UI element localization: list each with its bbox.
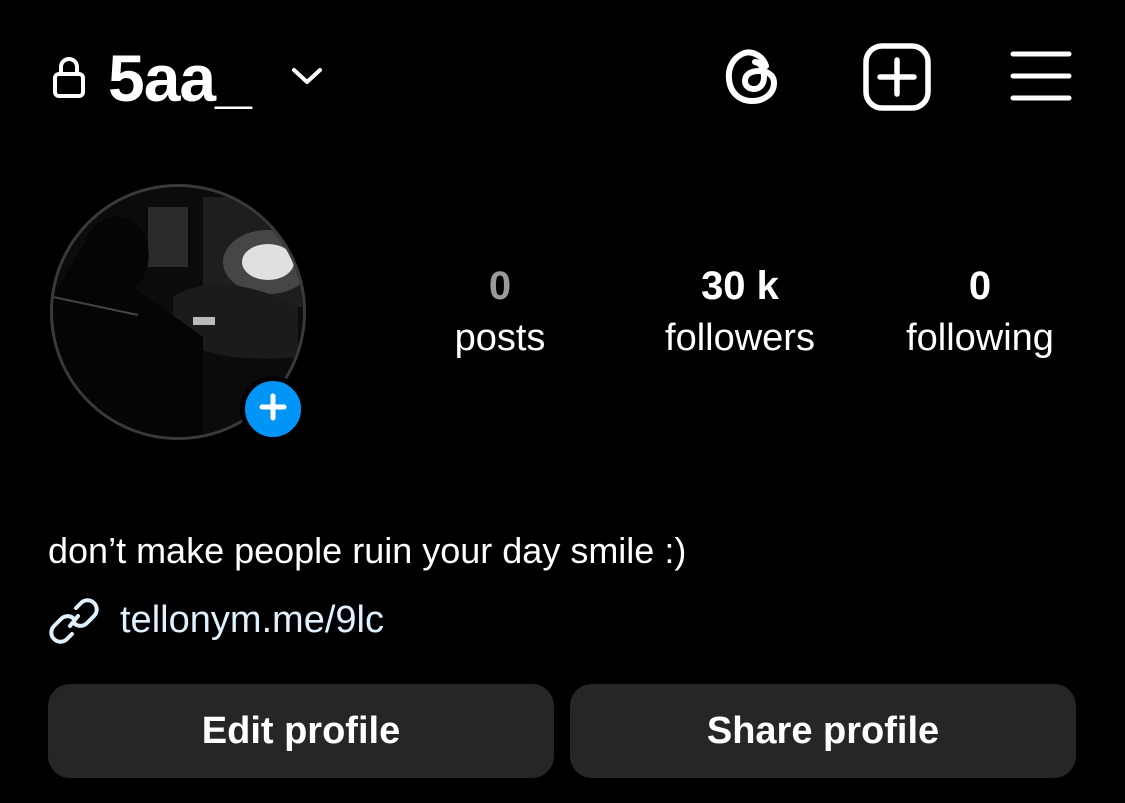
bio-text: don’t make people ruin your day smile :) — [48, 530, 687, 571]
stat-posts[interactable]: 0 posts — [400, 262, 600, 366]
posts-label: posts — [454, 317, 546, 359]
followers-count: 30 k — [701, 264, 779, 308]
chevron-down-icon[interactable] — [290, 66, 324, 88]
bio-link[interactable]: tellonym.me/9lc — [120, 594, 384, 646]
plus-square-icon[interactable] — [862, 42, 932, 112]
link-icon — [48, 596, 100, 646]
lock-icon — [52, 56, 86, 98]
following-label: following — [906, 317, 1054, 359]
posts-count: 0 — [488, 264, 512, 308]
following-count: 0 — [968, 264, 992, 308]
stat-following[interactable]: 0 following — [880, 262, 1080, 366]
stat-followers[interactable]: 30 k followers — [640, 262, 840, 366]
add-story-button[interactable] — [240, 376, 306, 442]
username-title[interactable]: 5aa_ — [108, 38, 252, 118]
hamburger-menu-icon[interactable] — [1010, 50, 1072, 102]
edit-profile-button[interactable]: Edit profile — [48, 684, 554, 778]
share-profile-button[interactable]: Share profile — [570, 684, 1076, 778]
plus-icon — [258, 392, 288, 427]
threads-icon[interactable] — [720, 44, 784, 108]
followers-label: followers — [665, 317, 815, 359]
